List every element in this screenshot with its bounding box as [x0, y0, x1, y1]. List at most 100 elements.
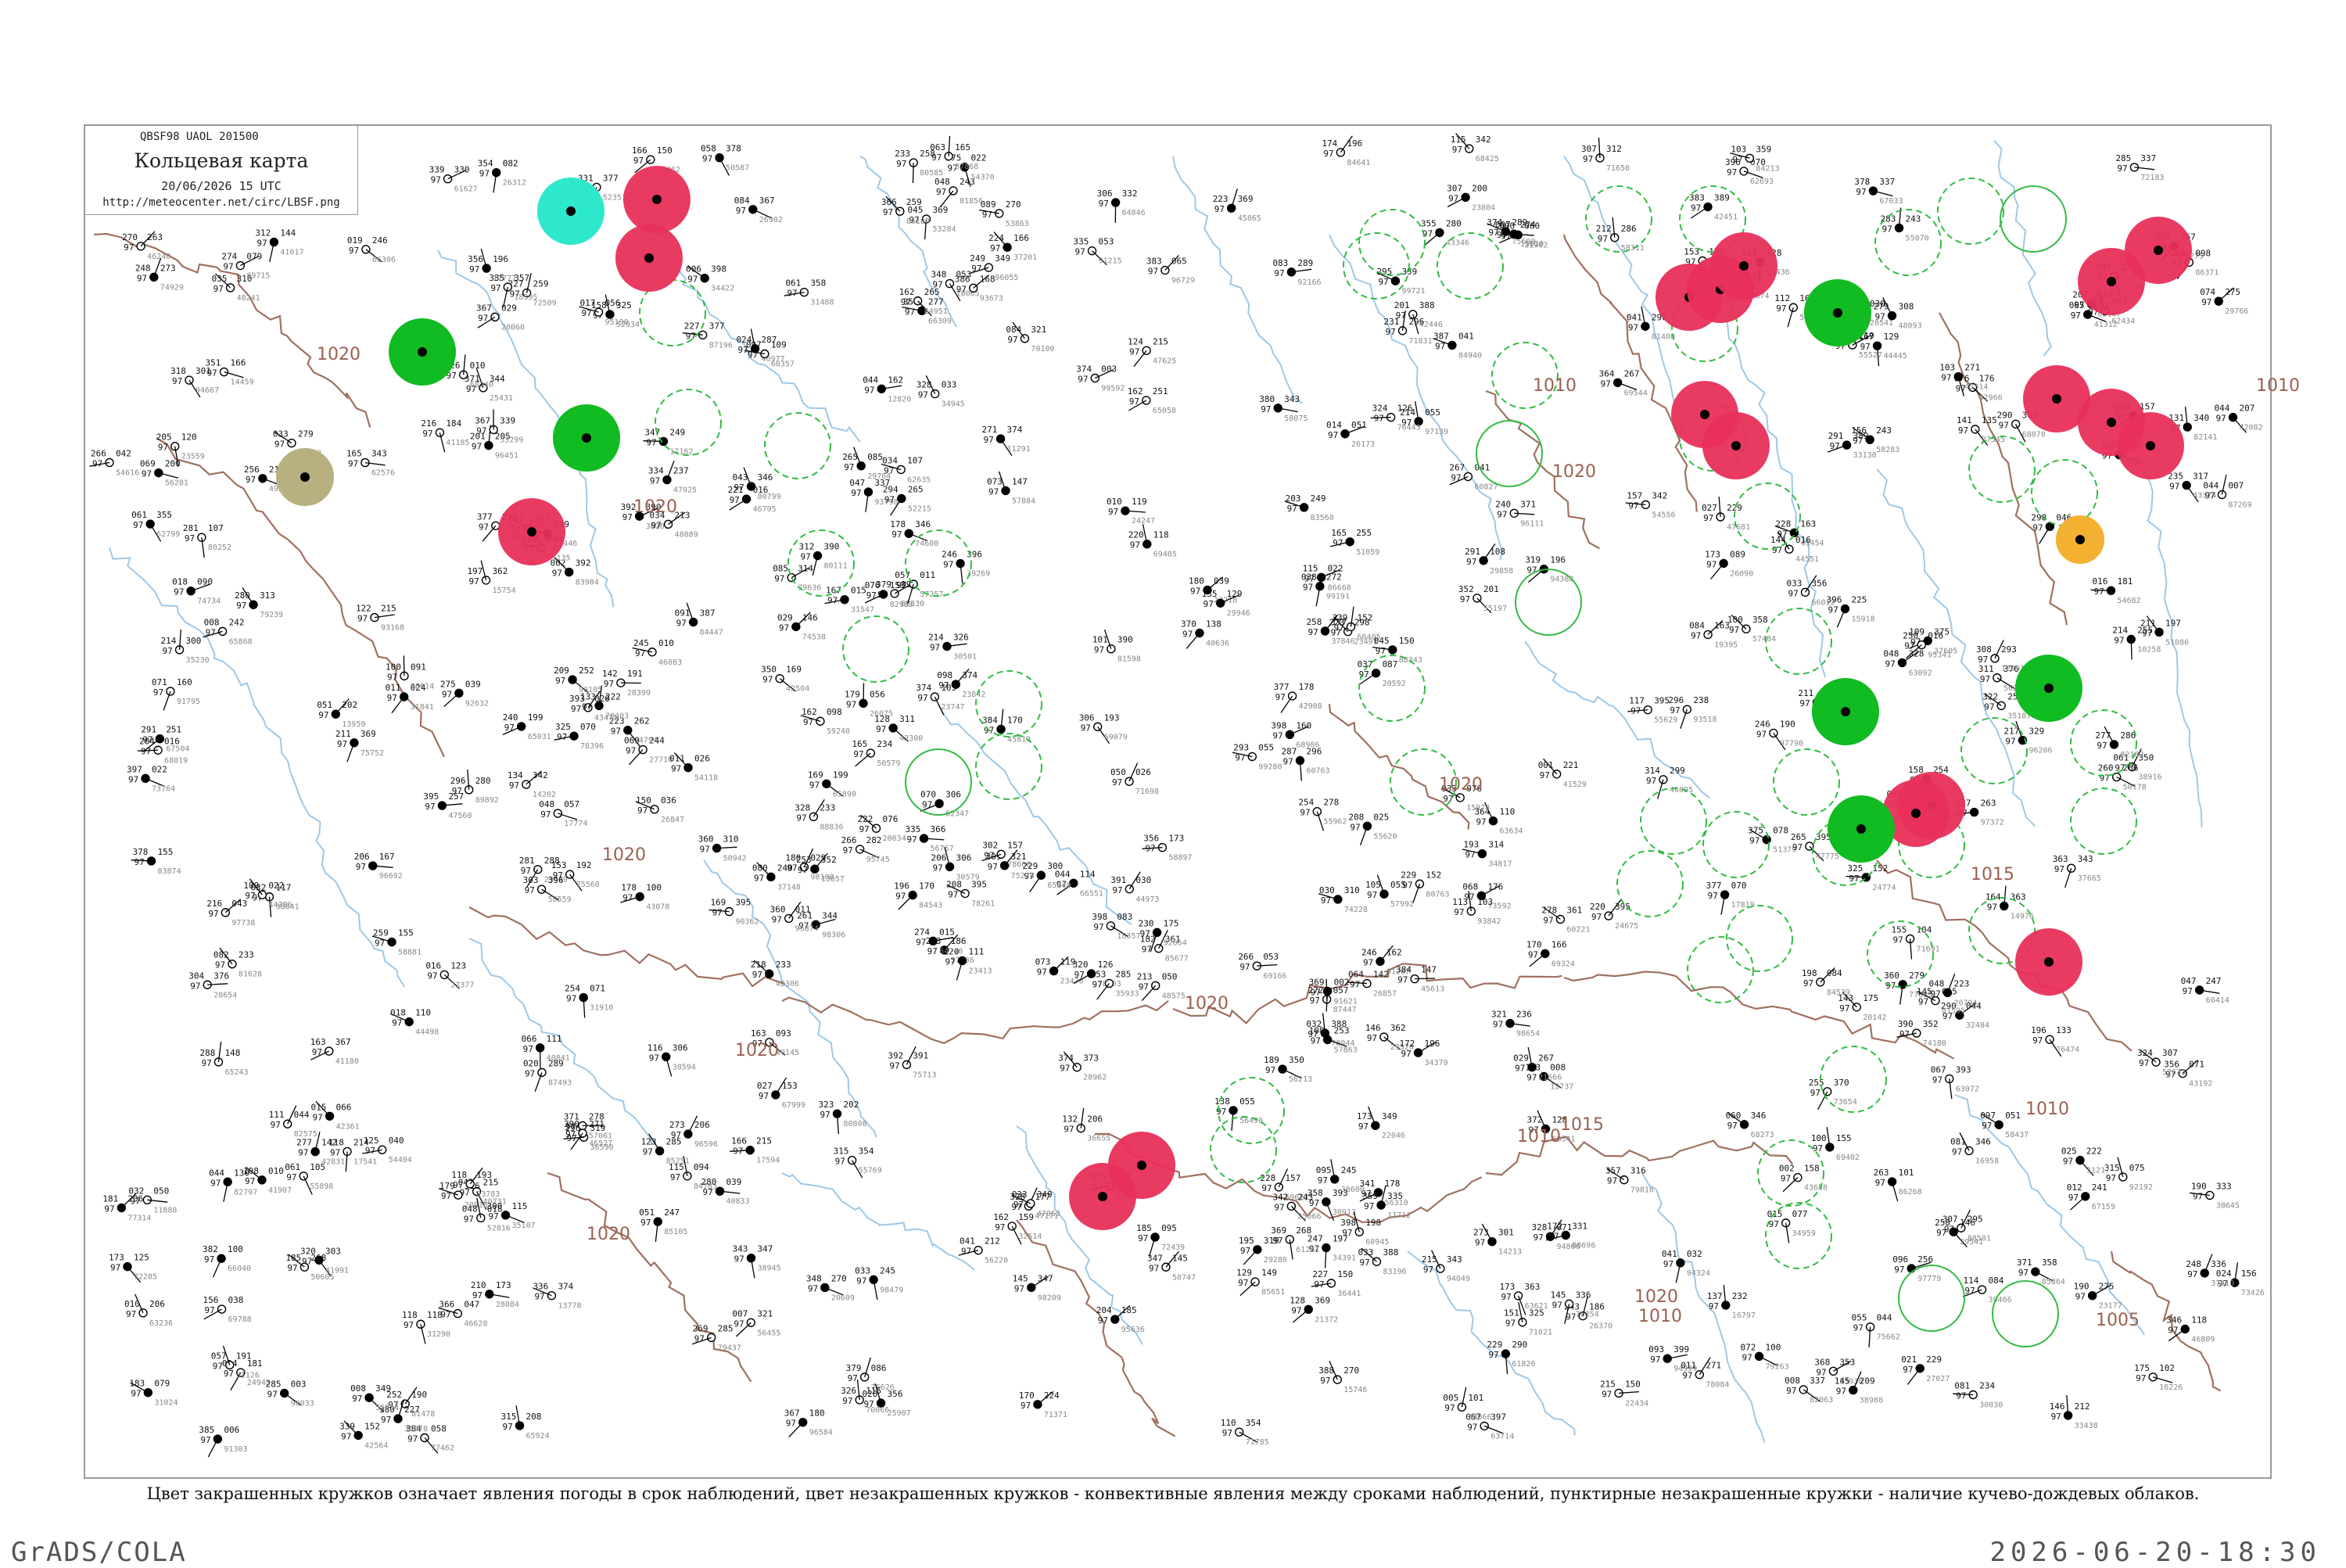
station-value: 97 [1781, 1174, 1791, 1184]
station-value: 97 [1856, 187, 1866, 197]
station-id: 94667 [196, 386, 219, 395]
station-id: 87493 [548, 1078, 572, 1087]
station-value: 97 [1742, 1352, 1752, 1362]
station-value: 97 [1543, 915, 1553, 925]
station-value: 253 [1334, 1026, 1350, 1036]
station-value: 306 [945, 790, 961, 800]
station-value: 97 [1709, 1301, 1719, 1311]
station-id: 55898 [310, 1182, 333, 1191]
station-value: 348 [931, 270, 946, 280]
station-value: 97 [134, 857, 144, 867]
station-value: 263 [1874, 1168, 1889, 1178]
station-value: 97 [1448, 193, 1458, 203]
station-id: 44551 [1795, 555, 1819, 564]
station-value: 347 [644, 427, 660, 437]
station-value: 393 [1956, 1064, 1971, 1075]
station-value: 307 [1581, 144, 1597, 154]
station-value: 97 [889, 1060, 899, 1071]
station-value: 166 [632, 145, 647, 156]
station-id: 86180 [906, 217, 930, 226]
station-value: 97 [1060, 1064, 1070, 1074]
station-id: 22434 [1625, 1399, 1648, 1408]
station-id: 81856 [960, 197, 983, 206]
station-value: 97 [1984, 701, 1994, 712]
station-value: 335 [489, 273, 504, 283]
station-id: 85251 [666, 1157, 690, 1166]
station-id: 81595 [1942, 1007, 1965, 1016]
station-value: 071 [2189, 1060, 2204, 1070]
station-value: 97 [1304, 573, 1315, 583]
station-value: 97 [851, 488, 861, 498]
station-id: 80111 [824, 562, 848, 571]
station-value: 97 [1476, 817, 1486, 827]
station-id: 97779 [1917, 1275, 1941, 1283]
station-value: 97 [523, 1044, 533, 1054]
station-value: 185 [1121, 1305, 1137, 1315]
station-value: 320 [1073, 960, 1089, 970]
station-value: 128 [874, 714, 890, 724]
station-value: 97 [779, 623, 789, 633]
station-value: 324 [2137, 1048, 2153, 1058]
station-id: 64740 [939, 947, 963, 956]
station-value: 391 [1110, 875, 1126, 885]
station-value: 266 [841, 835, 857, 845]
station-id: 58075 [1284, 414, 1308, 423]
station-value: 218 [751, 960, 766, 970]
station-id: 65058 [1153, 407, 1176, 415]
station-id: 41312 [2094, 321, 2118, 329]
station-id: 74929 [160, 283, 184, 292]
station-value: 97 [472, 442, 482, 452]
station-value: 033 [1787, 578, 1803, 588]
station-value: 97 [1182, 630, 1193, 640]
station-value: 296 [450, 776, 466, 786]
station-value: 97 [1460, 594, 1470, 605]
station-id: 21666 [1538, 1074, 1562, 1082]
station-value: 333 [2216, 1181, 2232, 1191]
station-id: 52816 [487, 1224, 511, 1233]
station-id: 69405 [1153, 551, 1177, 559]
station-value: 209 [554, 666, 569, 676]
station-value: 97 [365, 1146, 375, 1156]
station-value: 97 [798, 865, 808, 875]
station-id: 46795 [753, 505, 777, 514]
station-value: 97 [352, 1394, 362, 1404]
station-value: 118 [1153, 530, 1169, 540]
station-value: 266 [2123, 763, 2139, 773]
station-value: 97 [1882, 224, 1892, 234]
station-value: 169 [808, 770, 823, 780]
station-value: 97 [1830, 441, 1840, 451]
station-value: 337 [2140, 153, 2156, 163]
station-id: 37201 [1013, 253, 1037, 262]
station-value: 97 [1853, 436, 1863, 446]
legend-url[interactable]: http://meteocenter.net/circ/LBSF.png [85, 196, 357, 209]
station-value: 303 [523, 875, 539, 885]
station-value: 258 [1307, 617, 1322, 627]
station-value: 97 [158, 443, 168, 453]
isobar-label: 1010 [1638, 1307, 1682, 1326]
station-id: 43300 [899, 734, 923, 743]
station-id: 34422 [711, 285, 734, 293]
station-value: 229 [1401, 870, 1416, 880]
station-value: 016 [1928, 631, 1943, 641]
station-value: 175 [1863, 993, 1878, 1003]
station-id: 20034 [882, 834, 906, 843]
station-value: 97 [1397, 975, 1408, 985]
station-value: 173 [1500, 1282, 1516, 1292]
station-value: 360 [1884, 971, 1899, 981]
station-value: 97 [1776, 303, 1786, 314]
station-id: 26312 [503, 179, 526, 188]
station-id: 14459 [230, 379, 253, 387]
station-value: 396 [1826, 595, 1842, 605]
station-value: 372 [1526, 1115, 1542, 1125]
station-value: 97 [1274, 268, 1284, 278]
station-value: 044 [294, 1110, 310, 1120]
station-value: 208 [526, 1412, 542, 1422]
station-value: 97 [271, 1120, 281, 1130]
station-id: 31217 [2086, 1167, 2110, 1175]
isobar-label: 1020 [1185, 994, 1229, 1014]
station-value: 97 [142, 469, 152, 479]
station-value: 055 [1390, 880, 1406, 890]
station-value: 349 [375, 1383, 391, 1394]
station-value: 330 [454, 165, 470, 175]
station-value: 97 [565, 1129, 576, 1139]
